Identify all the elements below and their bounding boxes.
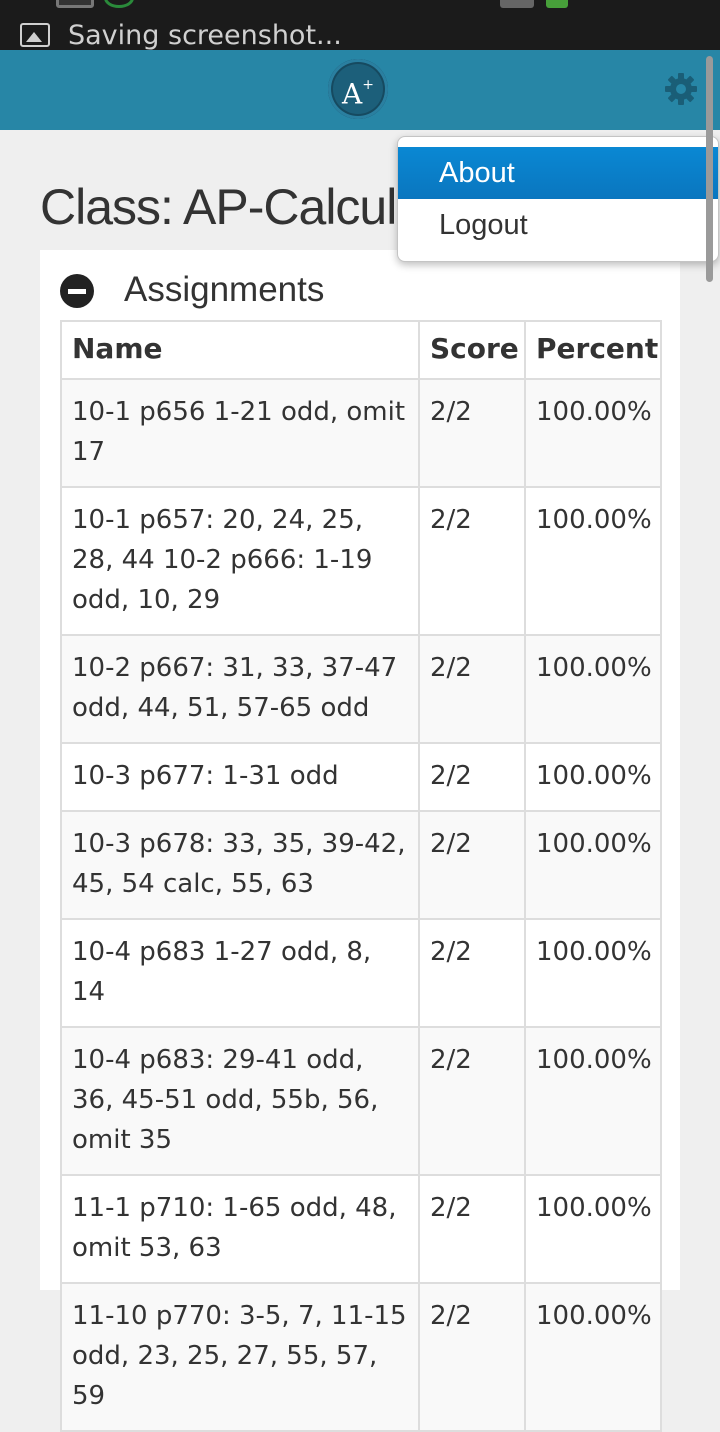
app-header: A+ bbox=[0, 50, 720, 130]
scrollbar[interactable] bbox=[706, 56, 713, 282]
assignment-score: 2/2 bbox=[418, 378, 526, 488]
assignment-name: 10-3 p677: 1-31 odd bbox=[60, 742, 420, 812]
table-row[interactable]: 10-1 p656 1-21 odd, omit 17 2/2 100.00% bbox=[60, 378, 662, 488]
menu-item-logout[interactable]: Logout bbox=[398, 199, 718, 251]
assignments-table: Name Score Percent 10-1 p656 1-21 odd, o… bbox=[60, 320, 662, 1432]
table-row[interactable]: 11-1 p710: 1-65 odd, 48, omit 53, 63 2/2… bbox=[60, 1174, 662, 1284]
section-title: Assignments bbox=[124, 270, 325, 309]
assignment-percent: 100.00% bbox=[524, 742, 662, 812]
table-row[interactable]: 10-1 p657: 20, 24, 25, 28, 44 10-2 p666:… bbox=[60, 486, 662, 636]
assignment-name: 10-4 p683 1-27 odd, 8, 14 bbox=[60, 918, 420, 1028]
table-row[interactable]: 11-10 p770: 3-5, 7, 11-15 odd, 23, 25, 2… bbox=[60, 1282, 662, 1432]
settings-dropdown-menu: About Logout bbox=[397, 136, 719, 262]
page-title: Class: AP-Calculu bbox=[40, 179, 424, 235]
assignment-name: 10-1 p657: 20, 24, 25, 28, 44 10-2 p666:… bbox=[60, 486, 420, 636]
assignment-percent: 100.00% bbox=[524, 918, 662, 1028]
assignment-name: 10-4 p683: 29-41 odd, 36, 45-51 odd, 55b… bbox=[60, 1026, 420, 1176]
assignment-score: 2/2 bbox=[418, 810, 526, 920]
assignment-name: 10-1 p656 1-21 odd, omit 17 bbox=[60, 378, 420, 488]
column-header-name[interactable]: Name bbox=[60, 320, 420, 380]
notification-text: Saving screenshot... bbox=[68, 20, 342, 51]
table-row[interactable]: 10-3 p678: 33, 35, 39-42, 45, 54 calc, 5… bbox=[60, 810, 662, 920]
assignment-percent: 100.00% bbox=[524, 810, 662, 920]
main-content: Class: AP-Calculu Assignments Name Score… bbox=[0, 130, 720, 1432]
table-header-row: Name Score Percent bbox=[60, 320, 662, 380]
assignment-score: 2/2 bbox=[418, 1174, 526, 1284]
table-row[interactable]: 10-4 p683: 29-41 odd, 36, 45-51 odd, 55b… bbox=[60, 1026, 662, 1176]
assignment-percent: 100.00% bbox=[524, 1174, 662, 1284]
assignment-score: 2/2 bbox=[418, 1026, 526, 1176]
assignment-percent: 100.00% bbox=[524, 1282, 662, 1432]
status-icons bbox=[0, 0, 720, 10]
logo-sup: + bbox=[362, 77, 374, 93]
column-header-score[interactable]: Score bbox=[418, 320, 526, 380]
assignment-score: 2/2 bbox=[418, 918, 526, 1028]
assignments-panel: Assignments Name Score Percent 10-1 p656… bbox=[40, 250, 680, 1432]
assignment-score: 2/2 bbox=[418, 486, 526, 636]
table-row[interactable]: 10-2 p667: 31, 33, 37-47 odd, 44, 51, 57… bbox=[60, 634, 662, 744]
image-icon bbox=[20, 23, 50, 47]
assignment-score: 2/2 bbox=[418, 634, 526, 744]
assignment-name: 11-10 p770: 3-5, 7, 11-15 odd, 23, 25, 2… bbox=[60, 1282, 420, 1432]
assignment-percent: 100.00% bbox=[524, 1026, 662, 1176]
logo-text: A bbox=[342, 77, 363, 111]
table-row[interactable]: 10-4 p683 1-27 odd, 8, 14 2/2 100.00% bbox=[60, 918, 662, 1028]
assignment-name: 10-2 p667: 31, 33, 37-47 odd, 44, 51, 57… bbox=[60, 634, 420, 744]
assignment-name: 11-1 p710: 1-65 odd, 48, omit 53, 63 bbox=[60, 1174, 420, 1284]
app-logo[interactable]: A+ bbox=[328, 59, 388, 119]
column-header-percent[interactable]: Percent bbox=[524, 320, 662, 380]
assignment-percent: 100.00% bbox=[524, 486, 662, 636]
collapse-minus-icon[interactable] bbox=[60, 274, 94, 308]
gear-icon[interactable] bbox=[664, 72, 698, 106]
menu-item-about[interactable]: About bbox=[398, 147, 718, 199]
assignment-score: 2/2 bbox=[418, 742, 526, 812]
status-bar: Saving screenshot... bbox=[0, 0, 720, 51]
assignment-score: 2/2 bbox=[418, 1282, 526, 1432]
assignment-percent: 100.00% bbox=[524, 634, 662, 744]
assignment-name: 10-3 p678: 33, 35, 39-42, 45, 54 calc, 5… bbox=[60, 810, 420, 920]
assignment-percent: 100.00% bbox=[524, 378, 662, 488]
table-row[interactable]: 10-3 p677: 1-31 odd 2/2 100.00% bbox=[60, 742, 662, 812]
